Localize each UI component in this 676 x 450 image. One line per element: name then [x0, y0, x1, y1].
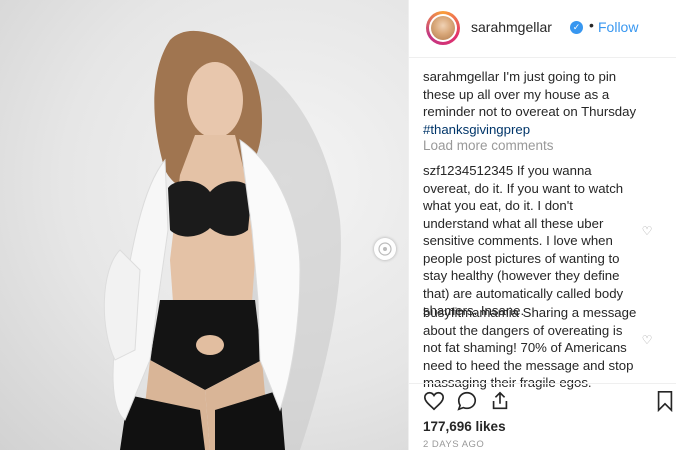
list-item: szf1234512345 If you wanna overeat, do i… — [423, 162, 641, 320]
list-item: busyfitmamamia Sharing a message about t… — [423, 304, 641, 392]
caption-username[interactable]: sarahmgellar — [423, 69, 499, 84]
comment-text: If you wanna overeat, do it. If you want… — [423, 163, 624, 318]
hashtag-link[interactable]: #thanksgivingprep — [423, 122, 530, 137]
comment-like-heart-icon[interactable]: ♡ — [640, 224, 654, 238]
separator-dot: • — [589, 17, 594, 33]
post-side-panel: sarahmgellar ✓ • Follow sarahmgellar I'm… — [408, 0, 676, 450]
heart-icon[interactable] — [423, 390, 445, 412]
post-timestamp[interactable]: 2 DAYS AGO — [423, 439, 484, 450]
comment-bubble-icon[interactable] — [456, 390, 478, 412]
like-count[interactable]: 177,696 likes — [423, 419, 506, 434]
post-photo[interactable] — [0, 0, 408, 450]
verified-badge-icon: ✓ — [570, 21, 583, 34]
photo-illustration — [103, 30, 341, 450]
follow-button[interactable]: Follow — [598, 19, 638, 35]
carousel-next-icon[interactable] — [374, 238, 396, 260]
bookmark-icon[interactable] — [655, 390, 675, 412]
post-header: sarahmgellar ✓ • Follow — [409, 0, 676, 58]
username-link[interactable]: sarahmgellar — [471, 19, 552, 35]
comment-like-heart-icon[interactable]: ♡ — [640, 333, 654, 347]
load-more-comments-button[interactable]: Load more comments — [423, 138, 554, 153]
comment-username[interactable]: szf1234512345 — [423, 163, 513, 178]
comment-username[interactable]: busyfitmamamia — [423, 305, 519, 320]
caption: sarahmgellar I'm just going to pin these… — [423, 68, 641, 138]
avatar[interactable] — [426, 11, 460, 45]
divider — [409, 383, 676, 384]
share-icon[interactable] — [489, 390, 511, 412]
